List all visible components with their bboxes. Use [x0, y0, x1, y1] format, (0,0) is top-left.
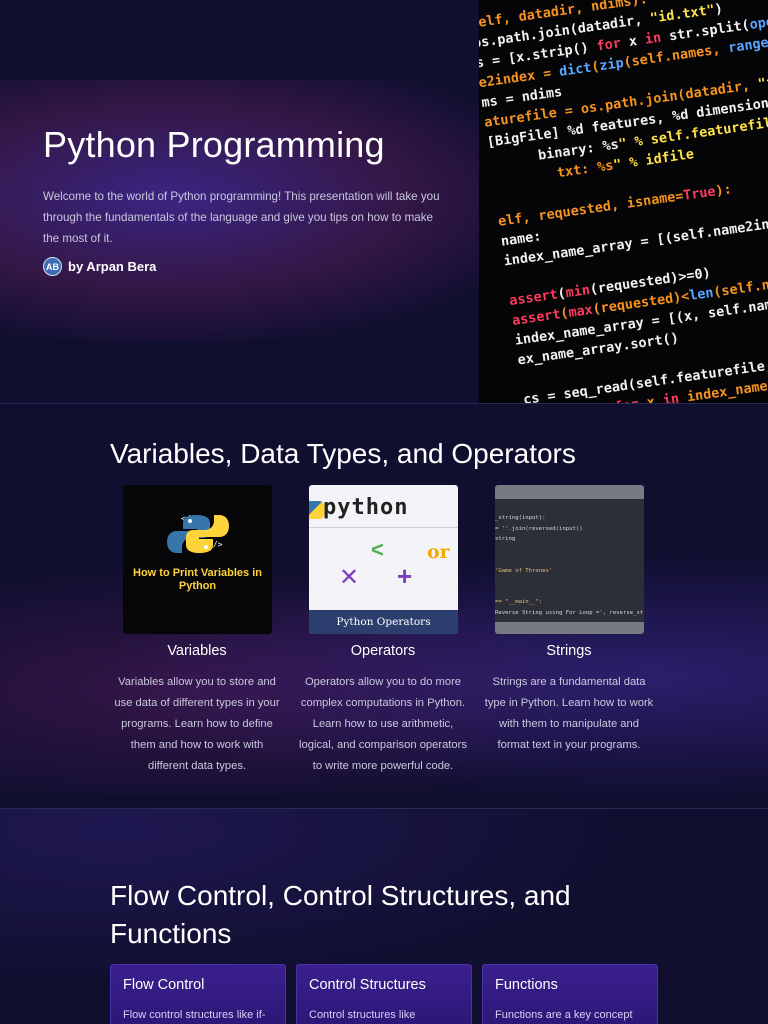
box-title: Control Structures — [309, 977, 426, 993]
multiply-symbol: ✕ — [339, 564, 360, 591]
box-text: Functions are a key concept — [495, 1009, 633, 1021]
strings-image: _string(input): = ''.join(reversed(input)… — [495, 485, 644, 634]
window-bar — [495, 485, 644, 499]
code-image: self, datadir, ndims): os.path.join(datad… — [479, 0, 768, 403]
code-line: 'Game of Thrones' — [495, 567, 553, 574]
slide-flow-control: Flow Control, Control Structures, and Fu… — [0, 809, 768, 1024]
python-wordmark: python — [323, 495, 409, 520]
code-line: _string(input): — [495, 515, 546, 521]
less-than-symbol: < — [371, 537, 384, 562]
box-title: Flow Control — [123, 977, 205, 993]
author-line: AB by Arpan Bera — [43, 257, 156, 276]
code-line: = ''.join(reversed(input)) — [495, 525, 583, 532]
python-logo-icon: </> </> — [167, 514, 229, 553]
strings-code-text: _string(input): = ''.join(reversed(input)… — [495, 513, 644, 618]
slide-title: Python Programming — [43, 124, 385, 165]
operators-image-caption: Python Operators — [336, 616, 431, 628]
caption-bar: Python Operators — [309, 610, 458, 634]
variables-image-caption: How to Print Variables in Python — [133, 567, 262, 592]
section-title: Flow Control, Control Structures, and Fu… — [110, 880, 571, 949]
box-title: Functions — [495, 977, 558, 993]
slide-variables: Variables, Data Types, and Operators </>… — [0, 404, 768, 809]
card-desc-variables: Variables allow you to store and use dat… — [114, 676, 280, 772]
code-line: string — [495, 536, 516, 542]
code-line: Reverse String using For Loop =', revers… — [495, 609, 644, 616]
divider — [309, 527, 458, 528]
card-desc-operators: Operators allow you to do more complex c… — [299, 676, 467, 772]
author-name: by Arpan Bera — [68, 259, 157, 274]
section-title: Variables, Data Types, and Operators — [110, 438, 576, 469]
card-desc-strings: Strings are a fundamental data type in P… — [484, 676, 654, 751]
window-footer — [495, 622, 644, 634]
card-title-variables: Variables — [167, 643, 227, 659]
box-functions: Functions Functions are a key concept — [482, 964, 658, 1024]
intro-text: Welcome to the world of Python programmi… — [43, 190, 440, 245]
variables-image: </> </> How to Print Variables in Python — [123, 485, 272, 634]
box-text: Flow control structures like if- — [123, 1009, 266, 1021]
code-line: == "__main__": — [495, 599, 543, 605]
slide-intro: Python Programming Welcome to the world … — [0, 0, 768, 404]
avatar: AB — [43, 257, 62, 276]
card-title-operators: Operators — [350, 643, 416, 659]
code-text: self, datadir, ndims): os.path.join(datad… — [479, 0, 768, 403]
box-control-structures: Control Structures Control structures li… — [296, 964, 472, 1024]
or-symbol: or — [427, 541, 450, 563]
box-text: Control structures like — [309, 1009, 416, 1021]
box-flow-control: Flow Control Flow control structures lik… — [110, 964, 286, 1024]
card-title-strings: Strings — [546, 643, 592, 659]
plus-symbol: + — [397, 561, 413, 591]
operators-image: python < or ✕ + Python Operators — [309, 485, 458, 634]
